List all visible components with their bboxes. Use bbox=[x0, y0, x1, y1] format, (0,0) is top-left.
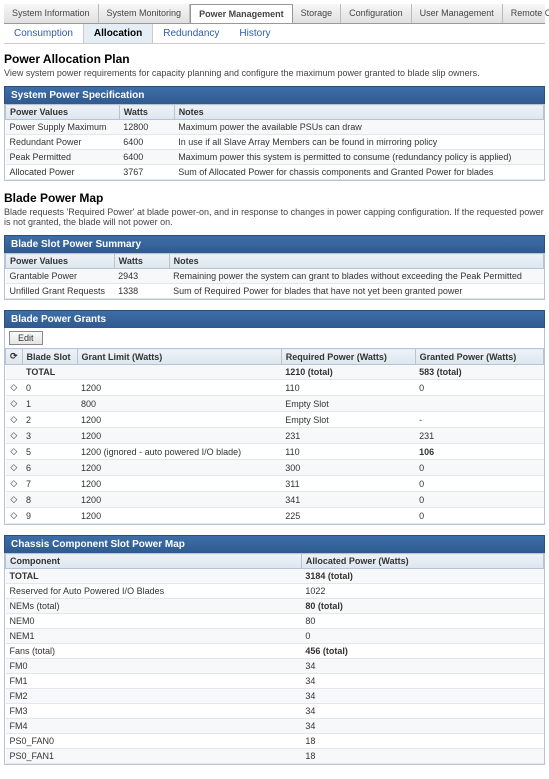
table-row: Peak Permitted6400Maximum power this sys… bbox=[6, 150, 544, 165]
page-title: Power Allocation Plan bbox=[4, 52, 545, 66]
chassis-component-table: Component Allocated Power (Watts) TOTAL3… bbox=[5, 553, 544, 764]
subtab-consumption[interactable]: Consumption bbox=[4, 24, 83, 43]
system-power-spec-table: Power Values Watts Notes Power Supply Ma… bbox=[5, 104, 544, 180]
sort-icon[interactable]: ◇ bbox=[6, 380, 23, 396]
system-power-spec-header: System Power Specification bbox=[4, 86, 545, 104]
col-power-values: Power Values bbox=[6, 254, 115, 269]
table-row: FM234 bbox=[6, 689, 544, 704]
subtab-allocation[interactable]: Allocation bbox=[83, 24, 153, 43]
col-icon[interactable]: ⟳ bbox=[6, 349, 23, 365]
col-notes: Notes bbox=[169, 254, 543, 269]
table-row: NEM10 bbox=[6, 629, 544, 644]
table-row: ◇012001100 bbox=[6, 380, 544, 396]
tab-power-management[interactable]: Power Management bbox=[190, 4, 293, 23]
sort-icon[interactable]: ◇ bbox=[6, 460, 23, 476]
table-row: ◇1800Empty Slot bbox=[6, 396, 544, 412]
col-component: Component bbox=[6, 554, 302, 569]
col-required-power: Required Power (Watts) bbox=[281, 349, 415, 365]
table-row-total: TOTAL3184 (total) bbox=[6, 569, 544, 584]
subtab-redundancy[interactable]: Redundancy bbox=[153, 24, 229, 43]
col-blade-slot: Blade Slot bbox=[22, 349, 77, 365]
tab-user-management[interactable]: User Management bbox=[412, 4, 503, 23]
blade-slot-summary-header: Blade Slot Power Summary bbox=[4, 235, 545, 253]
page-description: View system power requirements for capac… bbox=[4, 68, 545, 78]
blade-power-map-title: Blade Power Map bbox=[4, 191, 545, 205]
table-row: FM134 bbox=[6, 674, 544, 689]
main-tabs: System Information System Monitoring Pow… bbox=[4, 4, 545, 24]
blade-slot-summary-table: Power Values Watts Notes Grantable Power… bbox=[5, 253, 544, 299]
col-watts: Watts bbox=[119, 105, 174, 120]
edit-button[interactable]: Edit bbox=[9, 331, 43, 345]
table-row: Power Supply Maximum12800Maximum power t… bbox=[6, 120, 544, 135]
table-row: ◇812003410 bbox=[6, 492, 544, 508]
table-row: ◇21200Empty Slot- bbox=[6, 412, 544, 428]
sort-icon[interactable]: ◇ bbox=[6, 412, 23, 428]
table-row: FM034 bbox=[6, 659, 544, 674]
chassis-component-header: Chassis Component Slot Power Map bbox=[4, 535, 545, 553]
col-power-values: Power Values bbox=[6, 105, 120, 120]
table-row-total: TOTAL1210 (total)583 (total) bbox=[6, 365, 544, 380]
sort-icon[interactable]: ◇ bbox=[6, 492, 23, 508]
col-granted-power: Granted Power (Watts) bbox=[415, 349, 543, 365]
table-row: ◇51200 (ignored - auto powered I/O blade… bbox=[6, 444, 544, 460]
table-row: Redundant Power6400In use if all Slave A… bbox=[6, 135, 544, 150]
blade-power-grants-header: Blade Power Grants bbox=[4, 310, 545, 328]
table-row: ◇912002250 bbox=[6, 508, 544, 524]
table-row: PS0_FAN018 bbox=[6, 734, 544, 749]
table-row: Unfilled Grant Requests1338Sum of Requir… bbox=[6, 284, 544, 299]
col-watts: Watts bbox=[114, 254, 169, 269]
sort-icon[interactable]: ◇ bbox=[6, 428, 23, 444]
tab-system-monitoring[interactable]: System Monitoring bbox=[99, 4, 191, 23]
table-row: PS0_FAN118 bbox=[6, 749, 544, 764]
table-row: Reserved for Auto Powered I/O Blades1022 bbox=[6, 584, 544, 599]
col-notes: Notes bbox=[174, 105, 543, 120]
table-row: ◇712003110 bbox=[6, 476, 544, 492]
tab-configuration[interactable]: Configuration bbox=[341, 4, 412, 23]
table-row: Allocated Power3767Sum of Allocated Powe… bbox=[6, 165, 544, 180]
blade-power-grants-table: ⟳ Blade Slot Grant Limit (Watts) Require… bbox=[5, 348, 544, 524]
col-grant-limit: Grant Limit (Watts) bbox=[77, 349, 281, 365]
sort-icon[interactable]: ◇ bbox=[6, 396, 23, 412]
subtab-history[interactable]: History bbox=[229, 24, 280, 43]
sort-icon[interactable]: ◇ bbox=[6, 444, 23, 460]
tab-storage[interactable]: Storage bbox=[293, 4, 342, 23]
blade-power-map-desc: Blade requests 'Required Power' at blade… bbox=[4, 207, 545, 227]
col-allocated-power: Allocated Power (Watts) bbox=[301, 554, 543, 569]
table-row: ◇612003000 bbox=[6, 460, 544, 476]
tab-remote-control[interactable]: Remote Control bbox=[503, 4, 549, 23]
table-row: FM334 bbox=[6, 704, 544, 719]
table-row: Fans (total)456 (total) bbox=[6, 644, 544, 659]
table-row: Grantable Power2943Remaining power the s… bbox=[6, 269, 544, 284]
table-row: FM434 bbox=[6, 719, 544, 734]
table-row: ◇31200231231 bbox=[6, 428, 544, 444]
sort-icon[interactable]: ◇ bbox=[6, 476, 23, 492]
tab-system-information[interactable]: System Information bbox=[4, 4, 99, 23]
sort-icon[interactable]: ◇ bbox=[6, 508, 23, 524]
table-row: NEM080 bbox=[6, 614, 544, 629]
table-row: NEMs (total)80 (total) bbox=[6, 599, 544, 614]
sub-tabs: Consumption Allocation Redundancy Histor… bbox=[4, 24, 545, 44]
